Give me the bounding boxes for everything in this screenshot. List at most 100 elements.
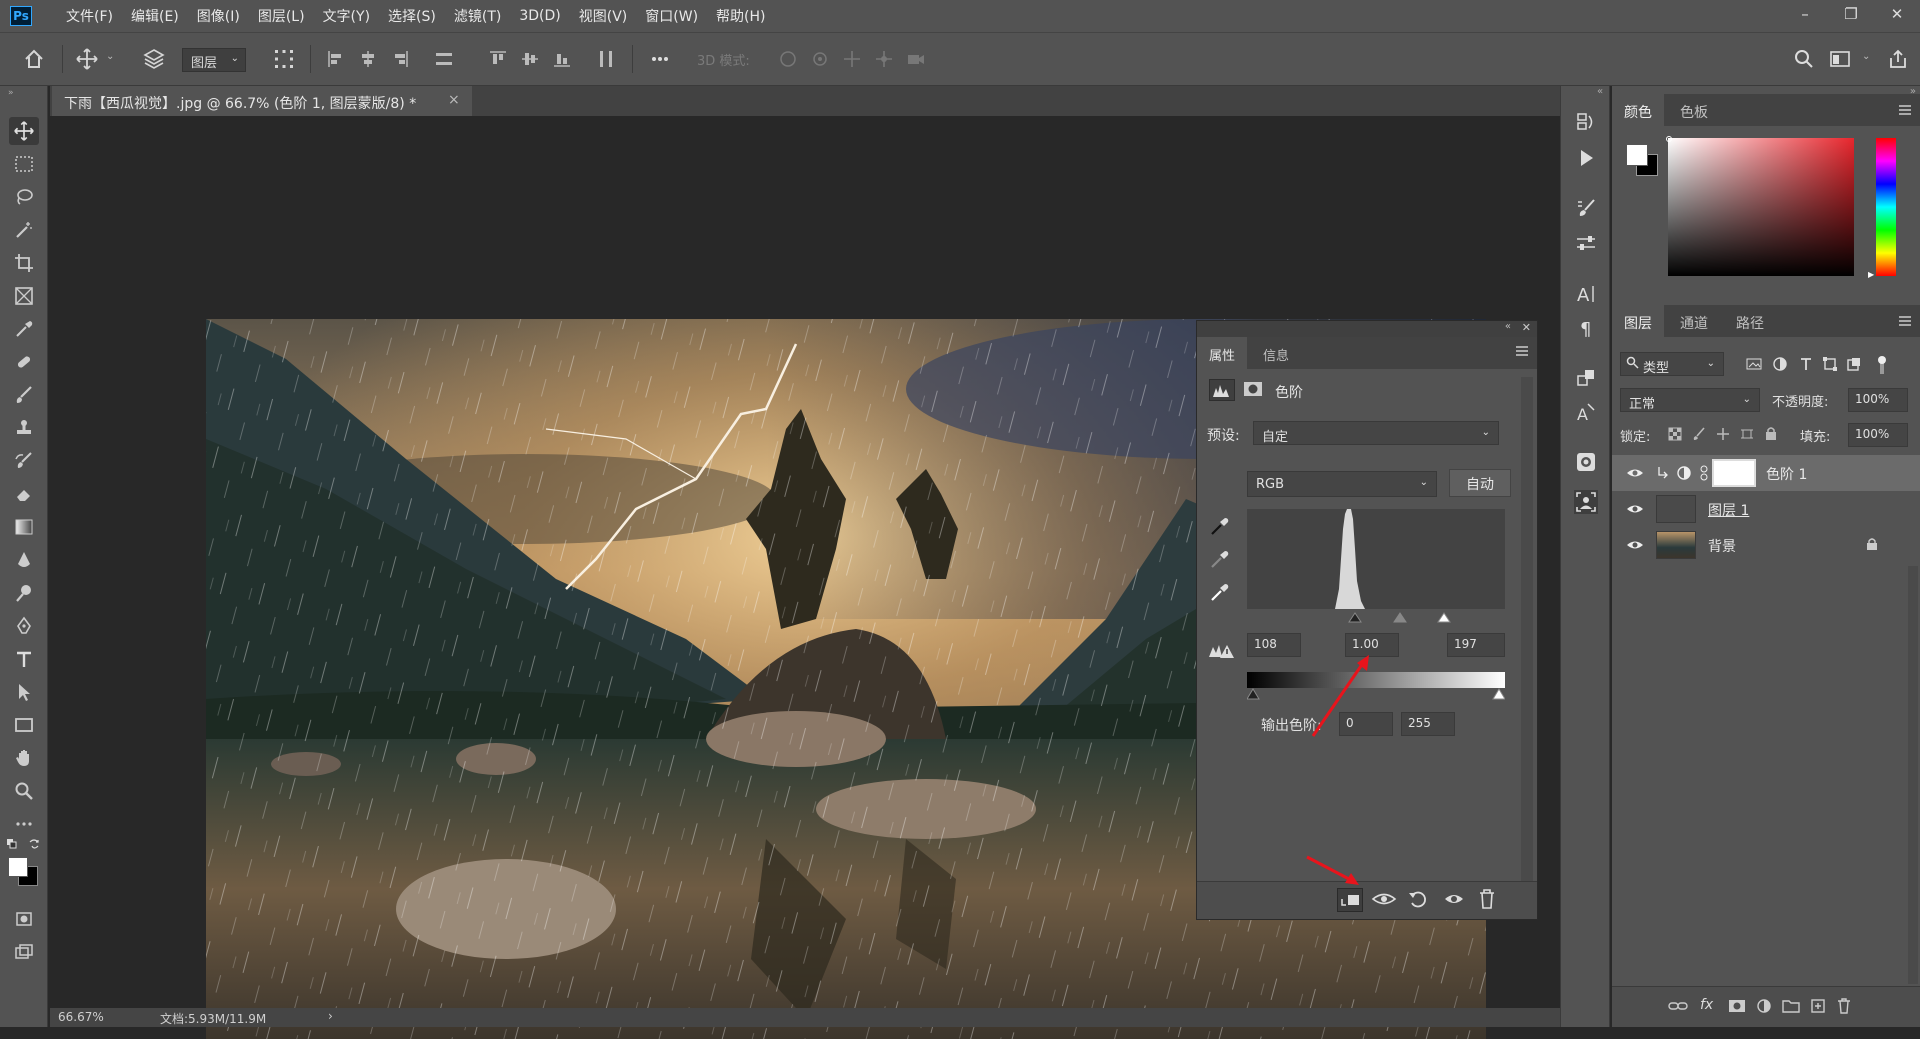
visibility-eye-icon[interactable]: [1626, 501, 1644, 517]
more-options-icon[interactable]: [648, 47, 672, 71]
filter-adjustment-icon[interactable]: [1772, 356, 1788, 372]
brush-settings-icon[interactable]: [1574, 196, 1598, 220]
3d-camera-icon[interactable]: [904, 47, 928, 71]
lock-all-icon[interactable]: [1764, 426, 1778, 441]
layer-thumbnail[interactable]: [1656, 495, 1696, 523]
align-center-icon[interactable]: [356, 47, 380, 71]
people-icon[interactable]: [1574, 490, 1598, 514]
menu-view[interactable]: 视图(V): [579, 6, 628, 26]
reset-icon[interactable]: [1407, 888, 1429, 910]
lock-transparent-icon[interactable]: [1668, 427, 1682, 441]
glyphs-icon[interactable]: A: [1574, 400, 1598, 424]
collapse-icon[interactable]: »: [8, 88, 14, 98]
magic-wand-icon[interactable]: [9, 216, 39, 244]
layers-scrollbar[interactable]: [1908, 566, 1918, 984]
lock-pixels-icon[interactable]: [1692, 427, 1706, 441]
zoom-tool-icon[interactable]: [9, 777, 39, 805]
auto-select-icon[interactable]: [142, 47, 166, 71]
swap-colors-icon[interactable]: [28, 838, 40, 850]
panel-menu-icon[interactable]: [1515, 345, 1529, 357]
visibility-eye-icon[interactable]: [1626, 465, 1644, 481]
menu-file[interactable]: 文件(F): [66, 6, 113, 26]
more-tools-icon[interactable]: [9, 810, 39, 838]
visibility-icon[interactable]: [1443, 888, 1465, 910]
character-icon[interactable]: A: [1574, 282, 1598, 306]
layer-name[interactable]: 图层 1: [1708, 500, 1749, 520]
output-white-field[interactable]: 255: [1401, 712, 1455, 736]
workspace-icon[interactable]: [1828, 47, 1852, 71]
move-tool-icon[interactable]: [9, 117, 39, 145]
visibility-eye-icon[interactable]: [1626, 537, 1644, 553]
history-icon[interactable]: [1574, 110, 1598, 134]
hue-slider[interactable]: [1876, 138, 1896, 276]
close-panel-icon[interactable]: ✕: [1522, 321, 1531, 334]
delete-layer-icon[interactable]: [1836, 997, 1852, 1015]
panel-menu-icon[interactable]: [1898, 104, 1912, 116]
hand-tool-icon[interactable]: [9, 744, 39, 772]
gradient-tool-icon[interactable]: [9, 513, 39, 541]
input-white-field[interactable]: 197: [1447, 633, 1505, 657]
path-selection-icon[interactable]: [9, 678, 39, 706]
color-picker-field[interactable]: [1668, 138, 1854, 276]
distribute-vertical-icon[interactable]: [594, 47, 618, 71]
marquee-tool-icon[interactable]: [9, 150, 39, 178]
default-colors-icon[interactable]: [6, 838, 20, 850]
tab-swatches[interactable]: 色板: [1668, 94, 1720, 126]
auto-button[interactable]: 自动: [1449, 469, 1511, 497]
new-adjustment-icon[interactable]: [1756, 998, 1772, 1014]
layer-name[interactable]: 背景: [1708, 536, 1736, 556]
brush-tool-icon[interactable]: [9, 381, 39, 409]
layer-row[interactable]: 图层 1: [1612, 491, 1920, 527]
menu-select[interactable]: 选择(S): [388, 6, 436, 26]
foreground-color-swatch[interactable]: [8, 857, 28, 877]
blur-tool-icon[interactable]: [9, 546, 39, 574]
tab-layers[interactable]: 图层: [1612, 305, 1664, 337]
input-black-field[interactable]: 108: [1247, 633, 1301, 657]
quick-mask-icon[interactable]: [9, 905, 39, 933]
layer-filter-dropdown[interactable]: 类型 ⌄: [1620, 352, 1724, 376]
eraser-tool-icon[interactable]: [9, 480, 39, 508]
tab-channels[interactable]: 通道: [1668, 305, 1720, 337]
menu-window[interactable]: 窗口(W): [645, 6, 698, 26]
document-tab[interactable]: 下雨【西瓜视觉】.jpg @ 66.7% (色阶 1, 图层蒙版/8) *: [52, 86, 472, 116]
black-eyedropper-icon[interactable]: [1209, 515, 1231, 537]
white-eyedropper-icon[interactable]: [1209, 581, 1231, 603]
properties-scrollbar[interactable]: [1521, 377, 1533, 892]
3d-orbit-icon[interactable]: [776, 47, 800, 71]
tab-properties[interactable]: 属性: [1197, 337, 1248, 369]
hue-slider-handle[interactable]: ▶: [1868, 270, 1874, 279]
crop-tool-icon[interactable]: [9, 249, 39, 277]
properties-panel-header[interactable]: « ✕: [1197, 321, 1537, 337]
input-levels-slider[interactable]: [1247, 611, 1505, 623]
rectangle-tool-icon[interactable]: [9, 711, 39, 739]
foreground-color-swatch[interactable]: [1626, 144, 1648, 166]
restore-button[interactable]: ❐: [1828, 0, 1874, 28]
fx-icon[interactable]: fx: [1700, 997, 1713, 1013]
link-chain-icon[interactable]: [1698, 465, 1710, 481]
3d-pan-icon[interactable]: [840, 47, 864, 71]
tab-color[interactable]: 颜色: [1612, 94, 1664, 126]
close-button[interactable]: ✕: [1874, 0, 1920, 28]
channel-dropdown[interactable]: RGB ⌄: [1247, 471, 1437, 497]
filter-toggle-icon[interactable]: [1876, 356, 1888, 374]
eyedropper-tool-icon[interactable]: [9, 315, 39, 343]
move-tool-icon[interactable]: [75, 47, 99, 71]
add-mask-icon[interactable]: [1728, 998, 1746, 1014]
status-menu-arrow[interactable]: ›: [328, 1009, 333, 1023]
menu-image[interactable]: 图像(I): [197, 6, 240, 26]
adjust-sliders-icon[interactable]: [1574, 232, 1598, 256]
layer-mask-thumbnail[interactable]: [1712, 459, 1756, 487]
chevron-down-icon[interactable]: ⌄: [106, 51, 114, 62]
layer-thumbnail[interactable]: [1656, 531, 1696, 559]
align-top-icon[interactable]: [486, 47, 510, 71]
pen-tool-icon[interactable]: [9, 612, 39, 640]
transform-controls-icon[interactable]: [272, 47, 296, 71]
search-icon[interactable]: [1792, 47, 1816, 71]
share-icon[interactable]: [1886, 47, 1910, 71]
tab-paths[interactable]: 路径: [1724, 305, 1776, 337]
layer-name[interactable]: 色阶 1: [1766, 464, 1807, 484]
menu-layer[interactable]: 图层(L): [258, 6, 305, 26]
align-bottom-icon[interactable]: [550, 47, 574, 71]
opacity-field[interactable]: 100%: [1848, 388, 1908, 412]
new-layer-icon[interactable]: [1810, 998, 1826, 1014]
